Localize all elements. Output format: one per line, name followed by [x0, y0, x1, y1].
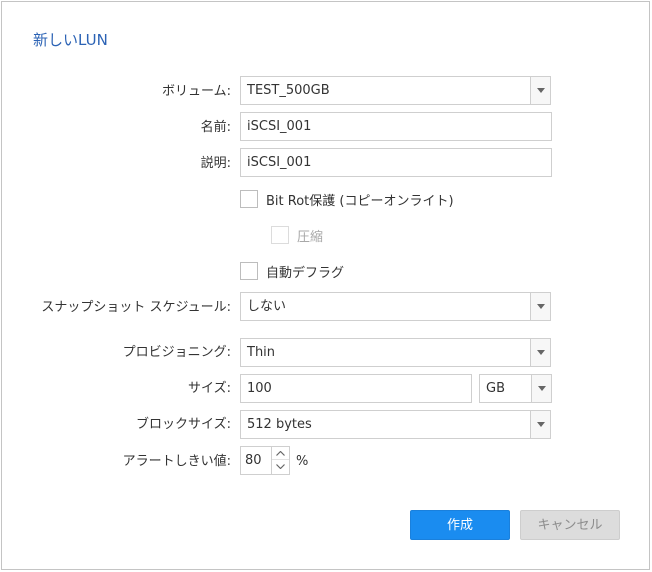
compression-checkbox — [271, 226, 289, 244]
provisioning-value: Thin — [247, 345, 276, 360]
volume-label: ボリューム: — [162, 84, 231, 99]
stepper-buttons — [271, 447, 289, 474]
description-label: 説明: — [200, 156, 231, 171]
chevron-down-icon[interactable] — [530, 293, 550, 320]
stepper-down-button[interactable] — [272, 460, 289, 473]
provisioning-label: プロビジョニング: — [122, 345, 231, 360]
new-lun-dialog: 新しいLUN ボリューム: TEST_500GB 名前: 説明: Bit Rot… — [1, 1, 650, 570]
size-input[interactable] — [240, 374, 472, 403]
alert-threshold-value[interactable]: 80 — [245, 447, 262, 474]
compression-option: 圧縮 — [271, 226, 324, 245]
defrag-checkbox[interactable] — [240, 262, 258, 280]
dialog-title: 新しいLUN — [33, 31, 108, 49]
block-size-label: ブロックサイズ: — [136, 417, 231, 432]
alert-threshold-stepper[interactable]: 80 — [240, 446, 290, 475]
volume-value: TEST_500GB — [247, 83, 330, 98]
defrag-option[interactable]: 自動デフラグ — [240, 262, 345, 281]
description-input[interactable] — [240, 148, 552, 177]
compression-label: 圧縮 — [297, 229, 324, 245]
alert-threshold-label: アラートしきい値: — [122, 454, 231, 469]
name-label: 名前: — [200, 120, 231, 135]
provisioning-select[interactable]: Thin — [240, 338, 551, 367]
chevron-down-icon[interactable] — [530, 77, 550, 104]
size-unit-value: GB — [486, 381, 505, 396]
snapshot-schedule-label: スナップショット スケジュール: — [41, 300, 231, 315]
snapshot-schedule-select[interactable]: しない — [240, 292, 551, 321]
chevron-up-icon — [276, 451, 285, 456]
create-button[interactable]: 作成 — [410, 510, 510, 540]
block-size-value: 512 bytes — [247, 417, 312, 432]
defrag-label: 自動デフラグ — [266, 265, 345, 281]
size-unit-select[interactable]: GB — [479, 374, 552, 403]
cancel-button[interactable]: キャンセル — [520, 510, 620, 540]
block-size-select[interactable]: 512 bytes — [240, 410, 551, 439]
bitrot-option[interactable]: Bit Rot保護 (コピーオンライト) — [240, 190, 454, 209]
alert-threshold-unit: % — [296, 454, 309, 469]
size-label: サイズ: — [188, 381, 231, 396]
chevron-down-icon — [276, 464, 285, 469]
stepper-up-button[interactable] — [272, 447, 289, 460]
chevron-down-icon[interactable] — [531, 375, 551, 402]
chevron-down-icon[interactable] — [530, 411, 550, 438]
chevron-down-icon[interactable] — [530, 339, 550, 366]
bitrot-checkbox[interactable] — [240, 190, 258, 208]
volume-select[interactable]: TEST_500GB — [240, 76, 551, 105]
name-input[interactable] — [240, 112, 552, 141]
bitrot-label: Bit Rot保護 (コピーオンライト) — [266, 193, 454, 209]
snapshot-schedule-value: しない — [247, 299, 287, 314]
